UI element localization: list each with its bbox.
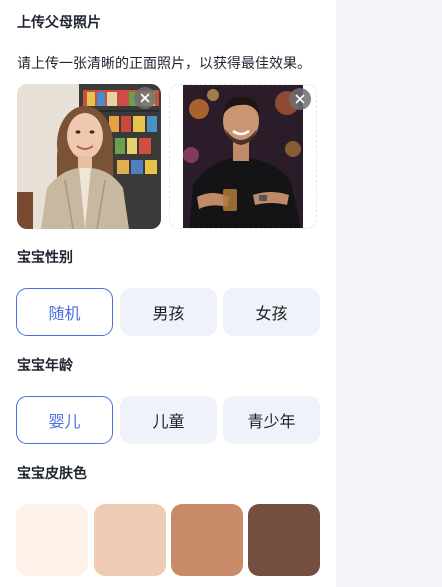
baby-generator-panel: 上传父母照片 请上传一张清晰的正面照片，以获得最佳效果。 宝宝性别 随机 男孩 … — [0, 0, 336, 587]
skin-swatch-1[interactable] — [16, 504, 88, 576]
parent-photo-1[interactable] — [17, 84, 161, 229]
age-section-title: 宝宝年龄 — [17, 358, 73, 374]
age-option-infant[interactable]: 婴儿 — [16, 396, 113, 444]
parent-photo-2[interactable] — [169, 84, 317, 229]
gender-option-boy[interactable]: 男孩 — [120, 288, 217, 336]
remove-photo-1-close-icon[interactable] — [134, 87, 156, 109]
skin-color-swatches — [16, 504, 320, 576]
remove-photo-2-close-icon[interactable] — [289, 88, 311, 110]
gender-options: 随机 男孩 女孩 — [16, 288, 320, 336]
gender-option-random[interactable]: 随机 — [16, 288, 113, 336]
gender-section-title: 宝宝性别 — [17, 250, 73, 266]
age-options: 婴儿 儿童 青少年 — [16, 396, 320, 444]
upload-section-title: 上传父母照片 — [17, 15, 101, 31]
skin-swatch-4[interactable] — [248, 504, 320, 576]
upload-hint: 请上传一张清晰的正面照片，以获得最佳效果。 — [17, 56, 311, 72]
skin-swatch-2[interactable] — [94, 504, 166, 576]
gender-option-girl[interactable]: 女孩 — [223, 288, 320, 336]
skin-section-title: 宝宝皮肤色 — [17, 466, 87, 482]
skin-swatch-3[interactable] — [171, 504, 243, 576]
age-option-teen[interactable]: 青少年 — [223, 396, 320, 444]
age-option-child[interactable]: 儿童 — [120, 396, 217, 444]
